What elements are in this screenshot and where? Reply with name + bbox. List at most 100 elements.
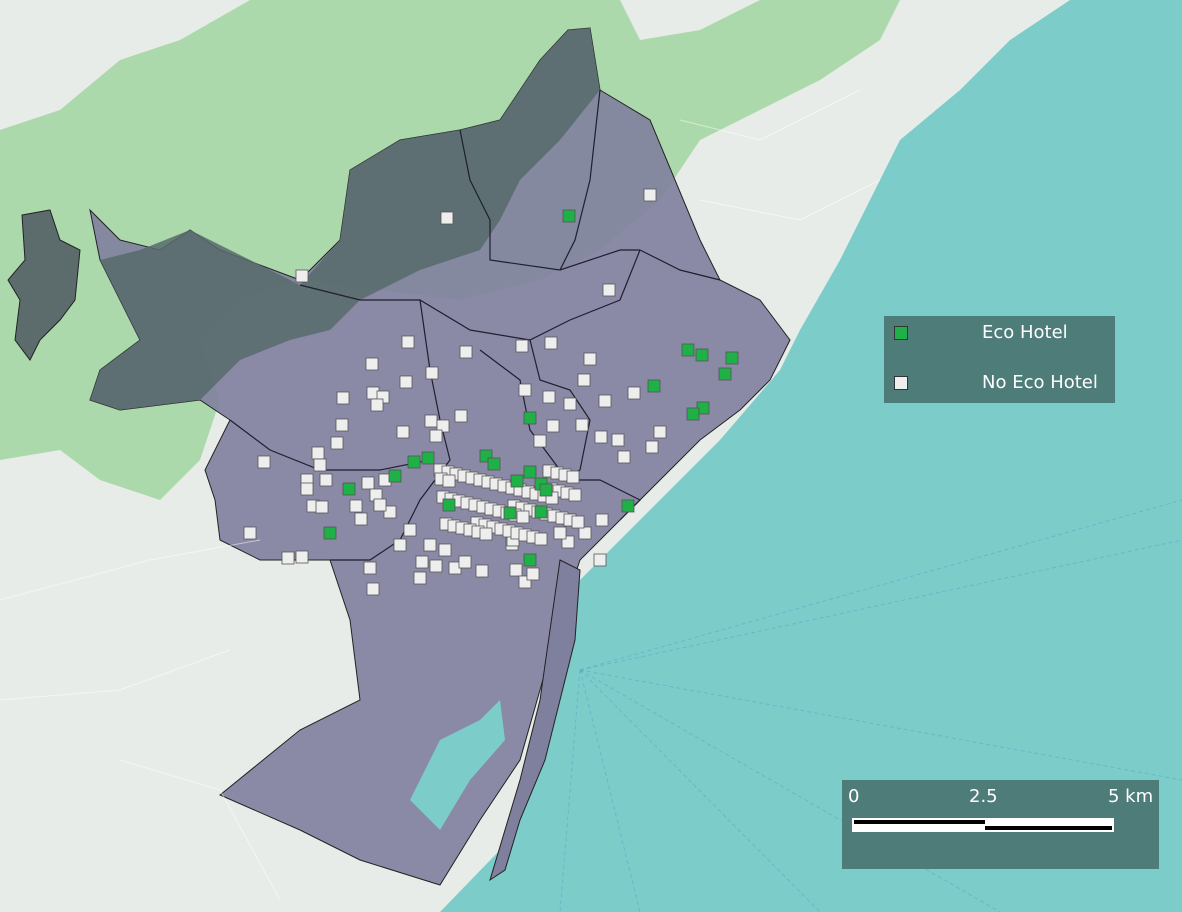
no-eco-hotel-marker xyxy=(516,510,530,524)
no-eco-hotel-marker xyxy=(361,476,375,490)
no-eco-hotel-marker xyxy=(373,498,387,512)
scale-bar-segment-1 xyxy=(854,820,985,824)
no-eco-hotel-marker xyxy=(546,419,560,433)
no-eco-hotel-marker xyxy=(515,339,529,353)
no-eco-hotel-marker xyxy=(533,434,547,448)
no-eco-hotel-marker xyxy=(645,440,659,454)
scale-bar: 0 2.5 5 km xyxy=(842,780,1159,869)
eco-hotel-marker xyxy=(621,499,635,513)
eco-hotel-marker xyxy=(539,483,553,497)
no-eco-hotel-marker xyxy=(423,538,437,552)
no-eco-hotel-marker xyxy=(243,526,257,540)
map-view[interactable]: Eco Hotel No Eco Hotel 0 2.5 5 km xyxy=(0,0,1182,912)
no-eco-hotel-marker xyxy=(578,526,592,540)
eco-hotel-marker xyxy=(523,465,537,479)
no-eco-hotel-marker xyxy=(475,564,489,578)
legend-row-eco: Eco Hotel xyxy=(884,318,1115,348)
no-eco-hotel-marker xyxy=(583,352,597,366)
no-eco-hotel-marker xyxy=(315,500,329,514)
eco-hotel-marker xyxy=(388,469,402,483)
no-eco-hotel-marker xyxy=(440,211,454,225)
no-eco-hotel-marker xyxy=(518,383,532,397)
no-eco-swatch-icon xyxy=(894,376,908,390)
eco-hotel-marker xyxy=(647,379,661,393)
eco-hotel-marker xyxy=(681,343,695,357)
no-eco-hotel-marker xyxy=(393,538,407,552)
legend-label-no-eco: No Eco Hotel xyxy=(982,372,1098,393)
scale-label-zero: 0 xyxy=(848,786,860,807)
eco-hotel-marker xyxy=(562,209,576,223)
no-eco-hotel-marker xyxy=(458,555,472,569)
no-eco-hotel-marker xyxy=(295,269,309,283)
eco-hotel-marker xyxy=(442,498,456,512)
no-eco-hotel-marker xyxy=(459,345,473,359)
no-eco-hotel-marker xyxy=(627,386,641,400)
no-eco-hotel-marker xyxy=(399,375,413,389)
no-eco-hotel-marker xyxy=(330,436,344,450)
eco-hotel-marker xyxy=(503,506,517,520)
no-eco-hotel-marker xyxy=(566,470,580,484)
legend-row-no-eco: No Eco Hotel xyxy=(884,368,1115,398)
no-eco-hotel-marker xyxy=(553,526,567,540)
eco-hotel-marker xyxy=(718,367,732,381)
no-eco-hotel-marker xyxy=(429,559,443,573)
eco-hotel-marker xyxy=(342,482,356,496)
no-eco-hotel-marker xyxy=(311,446,325,460)
no-eco-hotel-marker xyxy=(526,567,540,581)
no-eco-hotel-marker xyxy=(595,513,609,527)
no-eco-hotel-marker xyxy=(442,474,456,488)
eco-hotel-marker xyxy=(534,505,548,519)
eco-hotel-marker xyxy=(510,474,524,488)
no-eco-hotel-marker xyxy=(335,418,349,432)
map-canvas[interactable] xyxy=(0,0,1182,912)
no-eco-hotel-marker xyxy=(598,394,612,408)
no-eco-hotel-marker xyxy=(366,582,380,596)
eco-hotel-marker xyxy=(695,348,709,362)
no-eco-hotel-marker xyxy=(300,482,314,496)
eco-hotel-marker xyxy=(487,457,501,471)
eco-hotel-marker xyxy=(421,451,435,465)
no-eco-hotel-marker xyxy=(313,458,327,472)
no-eco-hotel-marker xyxy=(363,561,377,575)
no-eco-hotel-marker xyxy=(438,543,452,557)
eco-hotel-marker xyxy=(407,455,421,469)
no-eco-hotel-marker xyxy=(396,425,410,439)
no-eco-hotel-marker xyxy=(295,550,309,564)
no-eco-hotel-marker xyxy=(365,357,379,371)
scale-label-mid: 2.5 xyxy=(969,786,998,807)
no-eco-hotel-marker xyxy=(336,391,350,405)
no-eco-hotel-marker xyxy=(571,515,585,529)
no-eco-hotel-marker xyxy=(454,409,468,423)
eco-hotel-marker xyxy=(725,351,739,365)
no-eco-hotel-marker xyxy=(563,397,577,411)
no-eco-hotel-marker xyxy=(594,430,608,444)
scale-bar-segment-2 xyxy=(985,826,1112,830)
no-eco-hotel-marker xyxy=(425,366,439,380)
legend: Eco Hotel No Eco Hotel xyxy=(884,316,1115,403)
eco-swatch-icon xyxy=(894,326,908,340)
no-eco-hotel-marker xyxy=(413,571,427,585)
no-eco-hotel-marker xyxy=(429,429,443,443)
no-eco-hotel-marker xyxy=(617,450,631,464)
no-eco-hotel-marker xyxy=(319,473,333,487)
eco-hotel-marker xyxy=(523,553,537,567)
no-eco-hotel-marker xyxy=(542,390,556,404)
legend-label-eco: Eco Hotel xyxy=(982,322,1068,343)
no-eco-hotel-marker xyxy=(403,523,417,537)
no-eco-hotel-marker xyxy=(415,555,429,569)
no-eco-hotel-marker xyxy=(370,398,384,412)
no-eco-hotel-marker xyxy=(509,563,523,577)
no-eco-hotel-marker xyxy=(593,553,607,567)
no-eco-hotel-marker xyxy=(577,373,591,387)
eco-hotel-marker xyxy=(323,526,337,540)
no-eco-hotel-marker xyxy=(602,283,616,297)
no-eco-hotel-marker xyxy=(401,335,415,349)
no-eco-hotel-marker xyxy=(653,425,667,439)
no-eco-hotel-marker xyxy=(544,336,558,350)
no-eco-hotel-marker xyxy=(643,188,657,202)
eco-hotel-marker xyxy=(523,411,537,425)
no-eco-hotel-marker xyxy=(479,527,493,541)
no-eco-hotel-marker xyxy=(354,512,368,526)
no-eco-hotel-marker xyxy=(257,455,271,469)
no-eco-hotel-marker xyxy=(568,488,582,502)
